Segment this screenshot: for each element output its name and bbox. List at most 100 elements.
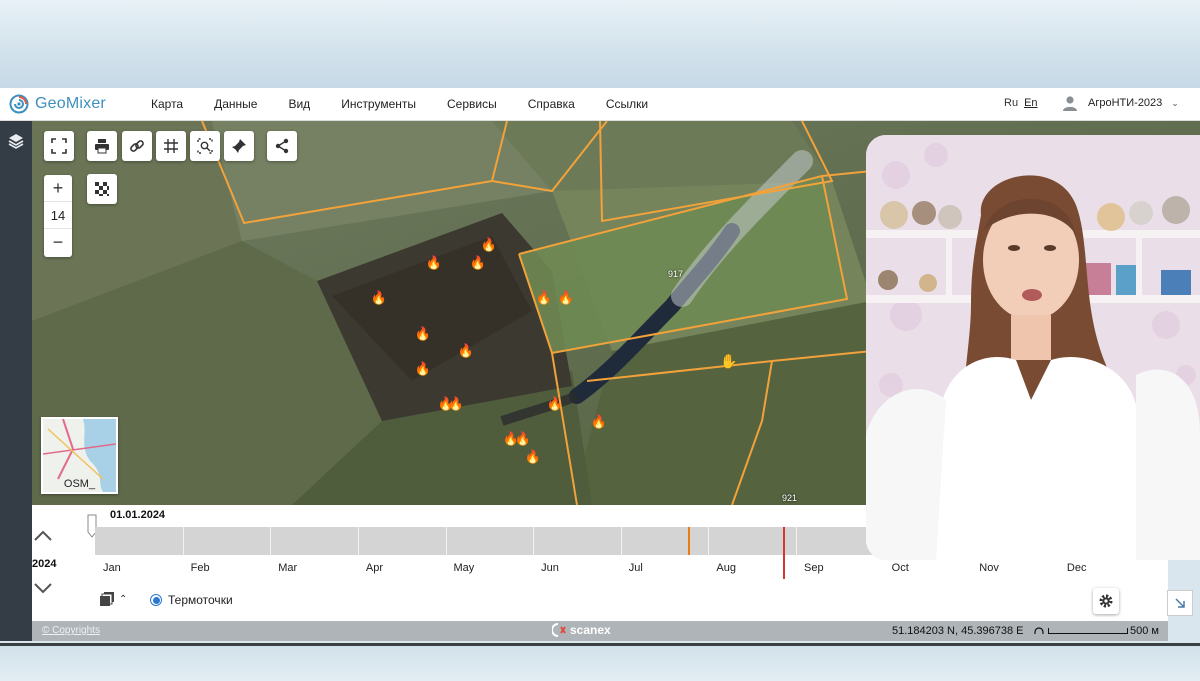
timeline-year: 2024 [32,558,57,570]
lang-en[interactable]: En [1024,97,1037,109]
coordinates-readout[interactable]: 51.184203 N, 45.396738 E [892,625,1024,637]
layers-stack-icon [100,592,114,606]
chevron-up-icon: ⌃ [119,593,128,605]
grid-icon [164,139,178,153]
menu-item-data[interactable]: Данные [214,97,257,111]
minimap[interactable]: OSM_ [41,417,118,494]
timeline-month-label: Mar [278,562,298,574]
fullscreen-icon [51,138,67,154]
menu-item-links[interactable]: Ссылки [606,97,648,111]
video-backdrop-bottom [0,643,1200,681]
zoom-search-icon [197,138,213,154]
zoom-level: 14 [44,201,72,229]
svg-text:🔥: 🔥 [448,396,464,411]
menu-item-services[interactable]: Сервисы [447,97,497,111]
user-name: АгроНТИ-2023 [1088,97,1163,109]
gear-icon [1099,594,1113,608]
timeline-month-label: May [453,562,475,574]
webcam-presenter-video [866,135,1200,560]
year-up-chevron-icon[interactable] [32,527,54,545]
timeline-event-marker[interactable] [688,527,691,555]
timeline-event-marker[interactable] [782,527,785,579]
zoom-in-button[interactable]: + [44,175,72,201]
timeline-month-divider [445,527,447,555]
timeline-month-label: Jul [628,562,643,574]
timeline-month-divider [533,527,535,555]
chevron-down-icon: ⌄ [1171,97,1179,108]
scale-bar [1048,628,1128,634]
status-bar: © Copyrights scanex 51.184203 N, 45.3967… [32,621,1168,641]
share-button[interactable] [267,131,297,161]
svg-text:🔥: 🔥 [458,343,474,358]
expand-panel-button[interactable] [1167,590,1193,616]
draw-marker-button[interactable] [224,131,254,161]
timeline-month-label: Jun [541,562,559,574]
timeline-month-divider [620,527,622,555]
language-switch: Ru En [1004,97,1044,109]
copyrights-link[interactable]: © Copyrights [42,625,100,636]
svg-text:🔥: 🔥 [415,361,431,376]
left-sidebar-strip [0,121,32,641]
app-header: GeoMixer Карта Данные Вид Инструменты Се… [0,88,1200,121]
year-down-chevron-icon[interactable] [32,579,54,597]
menu-item-map[interactable]: Карта [151,97,183,111]
timeline-layers-toggle[interactable]: ⌃ [99,591,127,607]
share-icon [275,138,289,154]
minimap-label: OSM_ [63,478,96,490]
scanex-logo-icon [552,623,566,637]
svg-text:🔥: 🔥 [426,255,442,270]
basemap-button[interactable] [87,174,117,204]
user-menu[interactable]: АгроНТИ-2023 ⌄ [1062,95,1179,111]
radio-selected-icon [150,594,162,606]
layers-icon[interactable] [7,132,25,150]
svg-text:🔥: 🔥 [547,396,563,411]
svg-text:🔥: 🔥 [470,255,486,270]
timeline-month-label: Jan [103,562,121,574]
logo[interactable]: GeoMixer [9,94,149,114]
fullscreen-button[interactable] [44,131,74,161]
timeline-month-label: Sep [804,562,824,574]
scanex-logo[interactable]: scanex [552,623,611,637]
timeline-month-label: Aug [716,562,736,574]
svg-text:🔥: 🔥 [591,414,607,429]
timeline-month-divider [270,527,272,555]
layer-radio-thermal-points[interactable]: Термоточки [150,593,233,607]
arrow-diagonal-icon [1175,598,1185,608]
permalink-button[interactable] [122,131,152,161]
user-icon [1063,96,1077,111]
logo-text: GeoMixer [35,95,106,112]
grid-button[interactable] [156,131,186,161]
timeline-month-label: Nov [979,562,999,574]
menu-item-tools[interactable]: Инструменты [341,97,416,111]
svg-text:🔥: 🔥 [515,431,531,446]
link-icon [130,140,144,152]
timeline-month-label: Oct [891,562,909,574]
timeline-month-label: Dec [1066,562,1087,574]
svg-text:✋: ✋ [720,353,737,369]
print-button[interactable] [87,131,117,161]
timeline-current-date: 01.01.2024 [110,509,166,521]
timeline-month-divider [796,527,798,555]
timeline-month-label: Apr [365,562,383,574]
zoom-search-button[interactable] [190,131,220,161]
pin-icon [232,139,246,153]
timeline-settings-button[interactable] [1093,588,1119,614]
webcam-overlay [866,135,1200,560]
parcel-label: 917 [668,269,684,279]
timeline-month-divider [357,527,359,555]
lang-ru[interactable]: Ru [1004,97,1018,109]
geomixer-logo-icon [9,94,29,114]
timeline-month-divider [708,527,710,555]
svg-text:🔥: 🔥 [525,449,541,464]
video-backdrop-top [0,0,1200,88]
checker-icon [95,182,109,196]
print-icon [95,139,109,154]
main-menu: Карта Данные Вид Инструменты Сервисы Спр… [151,97,679,111]
svg-text:🔥: 🔥 [415,326,431,341]
timeline-month-label: Feb [190,562,210,574]
parcel-label: 921 [782,493,798,503]
zoom-out-button[interactable]: − [44,229,72,255]
svg-text:🔥: 🔥 [481,237,497,252]
menu-item-view[interactable]: Вид [288,97,310,111]
menu-item-help[interactable]: Справка [528,97,575,111]
